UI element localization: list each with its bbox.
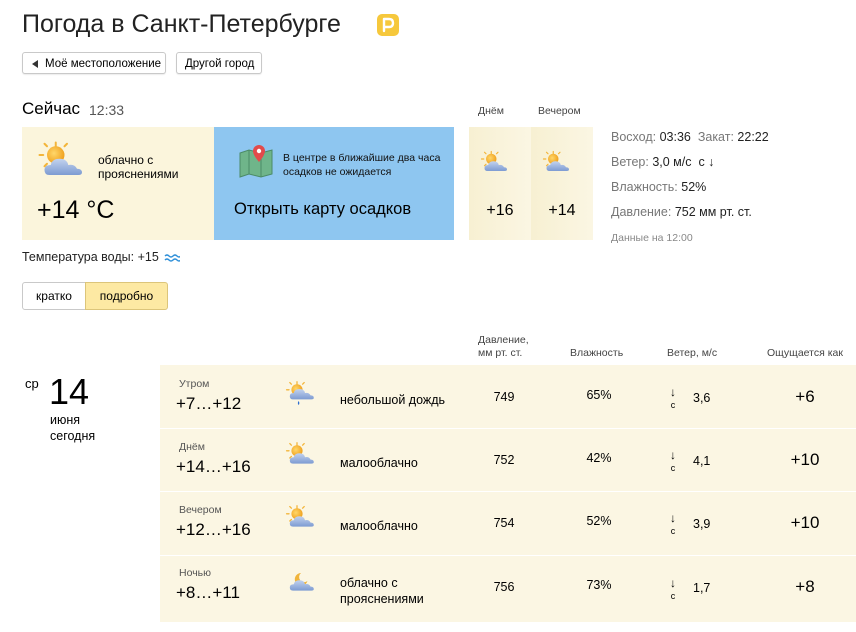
map-pin-icon: [239, 145, 273, 178]
humidity-column-header: Влажность: [570, 347, 624, 359]
precipitation-note: В центре в ближайшие два часа осадков не…: [283, 152, 441, 178]
temperature-range: +7…+12: [176, 394, 242, 413]
wind-direction: с: [670, 463, 676, 473]
wind-speed: 3,6: [693, 391, 711, 405]
feels-like: +10: [790, 513, 820, 532]
temperature-range: +8…+11: [176, 583, 240, 602]
wind-arrow-icon: ↓: [670, 385, 676, 399]
current-temperature: +14 °C: [37, 196, 115, 224]
wind-speed: 3,9: [693, 517, 711, 531]
waves-icon: [164, 254, 182, 262]
humidity-cell: 73%: [586, 578, 612, 592]
wind-speed: 1,7: [693, 581, 711, 595]
row-divider: [160, 428, 856, 429]
partly-cloudy-icon: [285, 504, 317, 530]
humidity-cell: 52%: [586, 514, 612, 528]
other-city-label: Другой город: [185, 58, 255, 70]
day-forecast-card: [469, 127, 531, 240]
now-time: 12:33: [89, 102, 125, 118]
water-temperature-label: Температура воды: +15: [22, 250, 159, 264]
wind-direction: с ↓: [698, 155, 715, 169]
period-label: Утром: [179, 378, 210, 390]
feels-like: +6: [795, 387, 815, 406]
data-timestamp: Данные на 12:00: [611, 232, 693, 244]
pressure-info: Давление: 752 мм рт. ст.: [611, 204, 752, 220]
condition: малооблачно: [340, 456, 418, 470]
rain-icon: [285, 378, 317, 408]
page-title: Погода в Санкт-Петербурге: [22, 10, 341, 38]
my-location-button[interactable]: Моё местоположение: [22, 52, 166, 74]
humidity-info: Влажность: 52%: [611, 179, 706, 195]
humidity-label: Влажность:: [611, 180, 678, 194]
day-number: 14: [49, 371, 90, 412]
detailed-view-tab[interactable]: подробно: [85, 282, 168, 310]
current-condition: облачно с прояснениями: [98, 153, 179, 181]
pressure-column-header: Давление, мм рт. ст.: [478, 334, 529, 359]
day-month: июня сегодня: [50, 412, 95, 444]
feels-like-column-header: Ощущается как: [767, 347, 843, 359]
relative-day: сегодня: [50, 429, 96, 443]
feels-like: +8: [795, 577, 815, 596]
yandex-weather-logo-icon: [377, 14, 399, 36]
wind-value: 3,0 м/с: [652, 155, 692, 169]
pressure-label: Давление:: [611, 205, 672, 219]
my-location-label: Моё местоположение: [45, 58, 162, 70]
evening-label: Вечером: [538, 105, 581, 117]
evening-temperature: +14: [548, 202, 576, 219]
sunrise-label: Восход:: [611, 130, 657, 144]
wind-label: Ветер:: [611, 155, 649, 169]
sunset-label: Закат:: [697, 130, 734, 144]
evening-forecast-card: [531, 127, 593, 240]
humidity-cell: 42%: [586, 451, 612, 465]
condition: малооблачно: [340, 519, 418, 533]
condition: небольшой дождь: [340, 393, 446, 407]
wind-direction: с: [670, 526, 676, 536]
wind-column-header: Ветер, м/с: [667, 347, 718, 359]
condition: облачно с прояснениями: [340, 576, 424, 606]
sun-info: Восход: 03:36 Закат: 22:22: [611, 129, 769, 145]
partly-cloudy-icon: [542, 150, 572, 174]
brief-view-tab[interactable]: кратко: [22, 282, 86, 310]
period-label: Вечером: [179, 504, 222, 516]
period-label: Ночью: [179, 567, 212, 579]
wind-speed: 4,1: [693, 454, 711, 468]
partly-cloudy-icon: [285, 441, 317, 467]
wind-arrow-icon: ↓: [670, 511, 676, 525]
sunrise-value: 03:36: [659, 130, 691, 144]
pressure-value: 752 мм рт. ст.: [674, 205, 752, 219]
row-divider: [160, 491, 856, 492]
month-name: июня: [50, 413, 81, 427]
pressure-cell: 749: [493, 390, 515, 404]
feels-like: +10: [790, 450, 820, 469]
sunset-value: 22:22: [737, 130, 769, 144]
day-of-week: ср: [25, 376, 39, 391]
pressure-cell: 752: [493, 453, 515, 467]
humidity-value: 52%: [681, 180, 707, 194]
row-divider: [160, 555, 856, 556]
night-cloudy-icon: [285, 568, 317, 594]
other-city-button[interactable]: Другой город: [176, 52, 262, 74]
temperature-range: +14…+16: [176, 457, 251, 476]
wind-direction: с: [670, 400, 676, 410]
location-arrow-icon: [32, 60, 38, 68]
period-label: Днём: [179, 441, 205, 453]
day-label: Днём: [478, 105, 504, 117]
wind-info: Ветер: 3,0 м/с с ↓: [611, 154, 714, 170]
partly-cloudy-icon: [480, 150, 510, 174]
pressure-cell: 754: [493, 516, 515, 530]
wind-arrow-icon: ↓: [670, 448, 676, 462]
humidity-cell: 65%: [586, 388, 612, 402]
wind-arrow-icon: ↓: [670, 576, 676, 590]
water-temperature: Температура воды: +15: [22, 249, 182, 265]
open-precipitation-map-link[interactable]: Открыть карту осадков: [234, 199, 411, 219]
wind-direction: с: [670, 591, 676, 601]
now-label: Сейчас: [22, 99, 81, 118]
day-temperature: +16: [486, 202, 514, 219]
temperature-range: +12…+16: [176, 520, 251, 539]
pressure-cell: 756: [493, 580, 515, 594]
partly-cloudy-icon: [36, 140, 88, 180]
